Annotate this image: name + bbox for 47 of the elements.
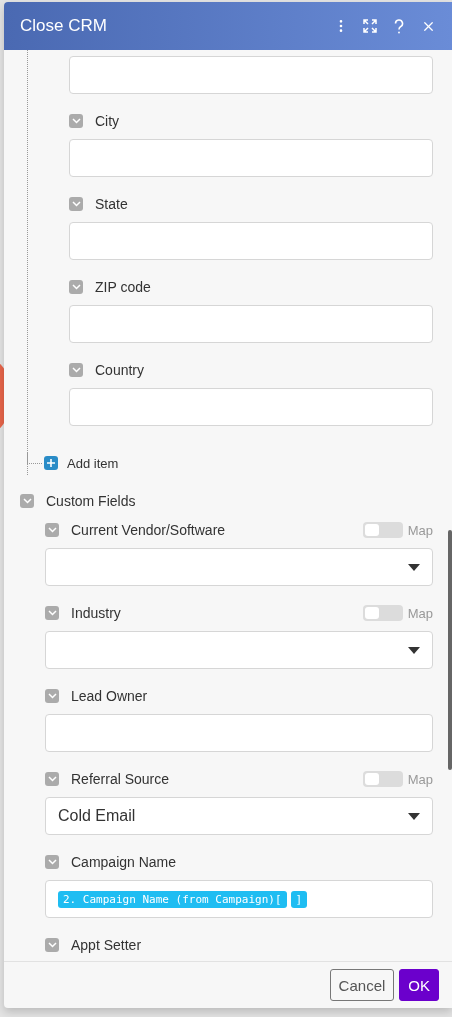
caret-icon — [408, 646, 420, 654]
input-field[interactable] — [69, 56, 433, 94]
select-field[interactable] — [45, 631, 433, 669]
map-label: Map — [407, 605, 433, 621]
field-label: Campaign Name — [71, 854, 177, 870]
chevron-icon[interactable] — [45, 772, 59, 786]
add-item-button[interactable]: Add item — [44, 455, 119, 471]
map-label: Map — [407, 522, 433, 538]
input-field[interactable] — [69, 139, 433, 177]
chevron-icon[interactable] — [69, 280, 83, 294]
chevron-icon[interactable] — [45, 523, 59, 537]
chevron-icon[interactable] — [20, 494, 34, 508]
caret-icon — [408, 812, 420, 820]
select-field[interactable] — [45, 548, 433, 586]
map-label: Map — [407, 771, 433, 787]
caret-icon — [408, 563, 420, 571]
field-label: State — [95, 196, 128, 212]
field-label: Lead Owner — [71, 688, 148, 704]
chevron-icon[interactable] — [45, 855, 59, 869]
section-label: Custom Fields — [46, 493, 136, 509]
field-label: Current Vendor/Software — [71, 522, 226, 538]
scrollbar[interactable] — [448, 530, 452, 770]
input-field[interactable] — [69, 388, 433, 426]
map-toggle[interactable] — [362, 522, 403, 538]
window-title: Close CRM — [20, 16, 108, 36]
plus-icon — [44, 456, 58, 470]
chevron-icon[interactable] — [45, 689, 59, 703]
field-label: Appt Setter — [71, 937, 142, 953]
field-label: Industry — [71, 605, 121, 621]
field-label: City — [95, 113, 120, 129]
chevron-icon[interactable] — [45, 938, 59, 952]
chevron-icon[interactable] — [45, 606, 59, 620]
select-field[interactable]: Cold Email — [45, 797, 433, 835]
chevron-icon[interactable] — [69, 363, 83, 377]
chevron-icon[interactable] — [69, 197, 83, 211]
input-field[interactable] — [69, 305, 433, 343]
ok-button[interactable]: OK — [399, 969, 439, 1001]
chevron-icon[interactable] — [69, 114, 83, 128]
expand-icon[interactable] — [362, 18, 378, 34]
map-toggle[interactable] — [362, 771, 403, 787]
field-label: ZIP code — [95, 279, 151, 295]
map-toggle[interactable] — [362, 605, 403, 621]
cancel-button[interactable]: Cancel — [329, 969, 395, 1001]
input-field[interactable] — [45, 714, 433, 752]
input-field[interactable] — [69, 222, 433, 260]
field-label: Referral Source — [71, 771, 170, 787]
field-label: Country — [95, 362, 145, 378]
